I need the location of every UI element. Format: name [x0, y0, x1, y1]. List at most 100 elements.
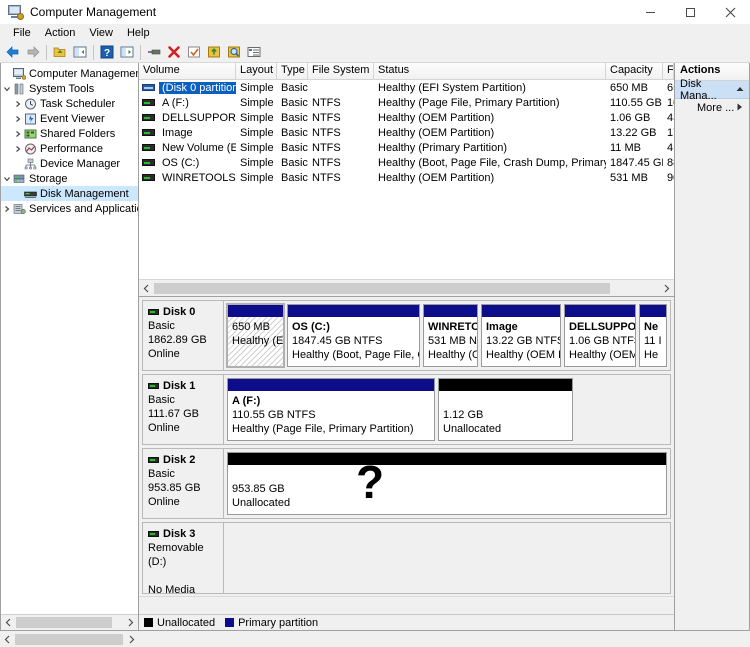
tree-horizontal-scrollbar[interactable]: [1, 614, 138, 630]
column-header-status[interactable]: Status: [374, 63, 606, 79]
partition-os-c[interactable]: OS (C:) 1847.45 GB NTFS Healthy (Boot, P…: [287, 304, 420, 367]
column-header-capacity[interactable]: Capacity: [606, 63, 663, 79]
menu-help[interactable]: Help: [120, 26, 157, 40]
tree-item-services-and-applications[interactable]: Services and Applications: [1, 201, 138, 216]
export-icon[interactable]: [204, 43, 224, 61]
tree-item-system-tools[interactable]: System Tools: [1, 81, 138, 96]
disk-1-empty-space: [576, 378, 667, 441]
bottom-left-scrollbar[interactable]: [0, 631, 139, 647]
partition-unallocated-disk-1[interactable]: 1.12 GB Unallocated: [438, 378, 573, 441]
delete-icon[interactable]: [164, 43, 184, 61]
disk-name: Disk 0: [148, 305, 223, 319]
partition-a-f[interactable]: A (F:) 110.55 GB NTFS Healthy (Page File…: [227, 378, 435, 441]
menu-view[interactable]: View: [82, 26, 120, 40]
actions-item-more[interactable]: More ...: [675, 99, 749, 116]
chevron-right-icon[interactable]: [12, 115, 23, 123]
maximize-button[interactable]: [670, 0, 710, 24]
column-header-layout[interactable]: Layout: [236, 63, 277, 79]
table-row[interactable]: Image Simple Basic NTFS Healthy (OEM Par…: [139, 125, 674, 140]
tree-item-device-manager[interactable]: Device Manager: [1, 156, 138, 171]
shared-folder-icon: [23, 128, 38, 140]
disk-info-disk-1[interactable]: Disk 1 Basic 111.67 GB Online: [142, 374, 224, 445]
tree-item-label: Computer Management (Local: [29, 67, 138, 80]
column-header-free[interactable]: Free: [663, 63, 674, 79]
close-button[interactable]: [710, 0, 750, 24]
properties-pane-icon[interactable]: [117, 43, 137, 61]
menu-action[interactable]: Action: [38, 26, 83, 40]
table-row[interactable]: DELLSUPPORT Simple Basic NTFS Healthy (O…: [139, 110, 674, 125]
column-header-type[interactable]: Type: [277, 63, 308, 79]
table-row[interactable]: (Disk 0 partition 1) Simple Basic Health…: [139, 80, 674, 95]
chevron-right-icon[interactable]: [1, 205, 12, 213]
scroll-right-button[interactable]: [659, 280, 674, 296]
partition-dellsupport[interactable]: DELLSUPPOR 1.06 GB NTFS Healthy (OEM: [564, 304, 636, 367]
tree-item-storage[interactable]: Storage: [1, 171, 138, 186]
tree-item-disk-management[interactable]: Disk Management: [1, 186, 138, 201]
legend-swatch-primary-partition: [225, 618, 235, 627]
disk-icon: [23, 188, 38, 200]
partition-unallocated-disk-2[interactable]: 953.85 GB Unallocated ?: [227, 452, 667, 515]
chevron-right-icon[interactable]: [737, 103, 749, 113]
scrollbar-track[interactable]: [16, 615, 123, 630]
up-folder-icon[interactable]: [50, 43, 70, 61]
help-icon[interactable]: ?: [97, 43, 117, 61]
show-hide-tree-icon[interactable]: [70, 43, 90, 61]
table-row[interactable]: OS (C:) Simple Basic NTFS Healthy (Boot,…: [139, 155, 674, 170]
partition-capacity-bar: [288, 305, 419, 317]
partition-text: 1.12 GB Unallocated: [439, 391, 572, 440]
cell-free: 4 MI: [667, 141, 674, 154]
scroll-left-button[interactable]: [139, 280, 154, 296]
partition-image[interactable]: Image 13.22 GB NTFS Healthy (OEM Parti: [481, 304, 561, 367]
scroll-right-button[interactable]: [124, 631, 139, 647]
scrollbar-thumb[interactable]: [154, 282, 610, 294]
partition-winretools[interactable]: WINRETOO 531 MB NTF Healthy (OE: [423, 304, 478, 367]
tree-item-event-viewer[interactable]: Event Viewer: [1, 111, 138, 126]
partition-new-volume-e[interactable]: Ne 11 I He: [639, 304, 667, 367]
tree-item-performance[interactable]: Performance: [1, 141, 138, 156]
actions-pane: Actions Disk Mana... More ...: [675, 63, 750, 631]
disk-info-disk-2[interactable]: Disk 2 Basic 953.85 GB Online: [142, 448, 224, 519]
chevron-down-icon[interactable]: [1, 85, 12, 93]
minimize-button[interactable]: [630, 0, 670, 24]
back-icon[interactable]: [3, 43, 23, 61]
tree-item-computer-management[interactable]: Computer Management (Local: [1, 66, 138, 81]
chevron-right-icon[interactable]: [12, 100, 23, 108]
tree-item-shared-folders[interactable]: Shared Folders: [1, 126, 138, 141]
column-header-file-system[interactable]: File System: [308, 63, 374, 79]
scroll-right-button[interactable]: [123, 615, 138, 630]
disk-type: Basic: [148, 468, 175, 480]
table-row[interactable]: A (F:) Simple Basic NTFS Healthy (Page F…: [139, 95, 674, 110]
disk-info-disk-3[interactable]: Disk 3 Removable (D:) No Media: [142, 522, 224, 596]
partition-text: WINRETOO 531 MB NTF Healthy (OE: [424, 317, 477, 366]
volume-list-horizontal-scrollbar[interactable]: [139, 279, 674, 296]
column-header-volume[interactable]: Volume: [139, 63, 236, 79]
refresh-icon[interactable]: [184, 43, 204, 61]
chevron-up-icon[interactable]: [736, 85, 749, 94]
scrollbar-track[interactable]: [154, 280, 659, 296]
disk-info-disk-0[interactable]: Disk 0 Basic 1862.89 GB Online: [142, 300, 224, 371]
table-row[interactable]: WINRETOOLS Simple Basic NTFS Healthy (OE…: [139, 170, 674, 185]
scroll-left-button[interactable]: [0, 631, 15, 647]
disk-state: Online: [148, 496, 180, 508]
actions-group-disk-management[interactable]: Disk Mana...: [675, 78, 749, 102]
scrollbar-track[interactable]: [15, 631, 124, 647]
list-view-icon[interactable]: [244, 43, 264, 61]
tree-item-task-scheduler[interactable]: Task Scheduler: [1, 96, 138, 111]
tree-item-label: Storage: [29, 172, 68, 185]
chevron-down-icon[interactable]: [1, 175, 12, 183]
partition-capacity-bar: [565, 305, 635, 317]
scroll-left-button[interactable]: [1, 615, 16, 630]
cell-volume: WINRETOOLS: [139, 172, 236, 184]
chevron-right-icon[interactable]: [12, 145, 23, 153]
forward-icon[interactable]: [23, 43, 43, 61]
scrollbar-thumb[interactable]: [16, 617, 112, 628]
partition-efi[interactable]: 650 MB Healthy (EFI: [226, 303, 285, 368]
cell-capacity: 13.22 GB: [610, 126, 657, 139]
table-row[interactable]: New Volume (E:) Simple Basic NTFS Health…: [139, 140, 674, 155]
rescan-icon[interactable]: [224, 43, 244, 61]
menu-file[interactable]: File: [6, 26, 38, 40]
chevron-right-icon[interactable]: [12, 130, 23, 138]
connect-icon[interactable]: [144, 43, 164, 61]
cell-layout: Simple: [240, 81, 274, 94]
scrollbar-thumb[interactable]: [15, 633, 123, 645]
